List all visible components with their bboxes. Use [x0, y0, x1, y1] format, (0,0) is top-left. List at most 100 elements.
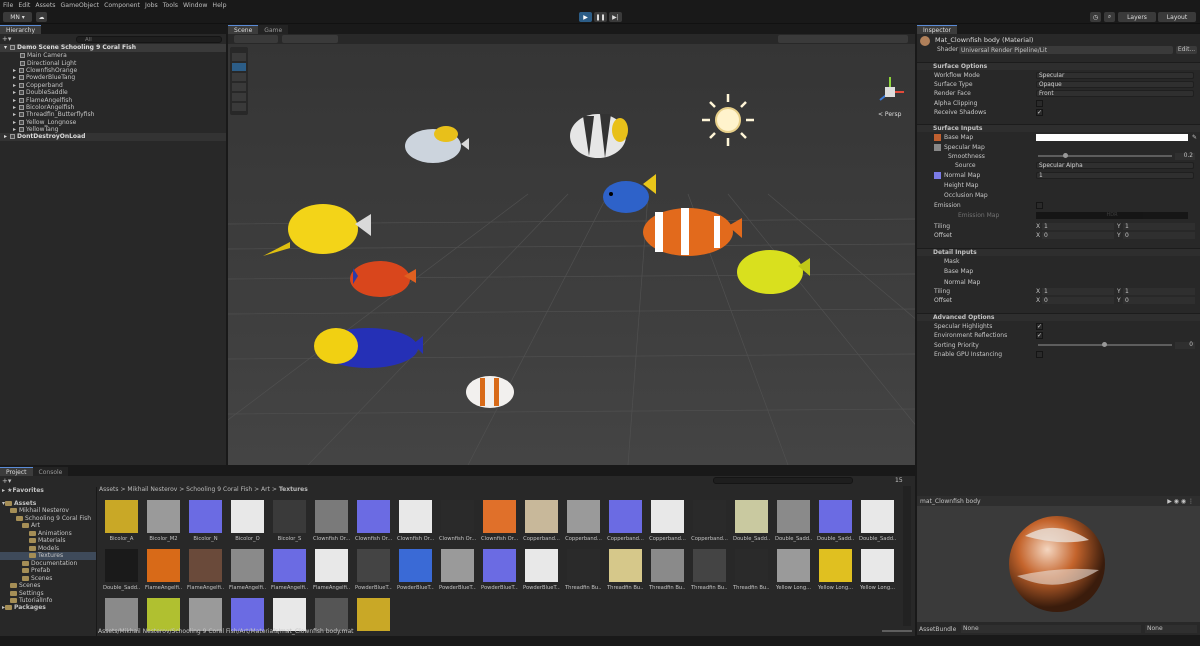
emission-checkbox[interactable]: [1036, 202, 1043, 209]
tab-scene[interactable]: Scene: [228, 25, 259, 34]
tree-folder[interactable]: Art: [0, 522, 96, 530]
menu-component[interactable]: Component: [104, 2, 140, 9]
sorting-priority-value[interactable]: 0: [1175, 342, 1195, 349]
section-surface-inputs[interactable]: Surface Inputs: [917, 124, 1200, 132]
tab-game[interactable]: Game: [258, 25, 289, 34]
texture-thumbnail[interactable]: Bicolor_O: [229, 500, 266, 542]
hierarchy-item[interactable]: ▸ ClownfishOrange: [0, 67, 226, 75]
project-search-input[interactable]: [713, 477, 853, 484]
texture-thumbnail[interactable]: Double_Sadd...: [103, 549, 140, 591]
offset-x-field[interactable]: 0: [1042, 232, 1114, 239]
alpha-clipping-checkbox[interactable]: [1036, 100, 1043, 107]
texture-thumbnail[interactable]: FlameAngelfi...: [145, 549, 182, 591]
breadcrumb-item[interactable]: Assets: [99, 486, 119, 493]
tree-folder[interactable]: Animations: [0, 530, 96, 538]
texture-thumbnail[interactable]: Clownfish Or...: [439, 500, 476, 542]
texture-thumbnail[interactable]: Clownfish Or...: [397, 500, 434, 542]
menu-file[interactable]: File: [3, 2, 13, 9]
tree-folder[interactable]: Prefab: [0, 567, 96, 575]
eyedropper-icon[interactable]: ✎: [1192, 134, 1197, 141]
breadcrumb-item[interactable]: Art: [261, 486, 270, 493]
tab-console[interactable]: Console: [32, 467, 69, 476]
receive-shadows-checkbox[interactable]: ✓: [1036, 109, 1043, 116]
menu-window[interactable]: Window: [183, 2, 207, 9]
env-reflections-checkbox[interactable]: ✓: [1036, 332, 1043, 339]
texture-thumbnail[interactable]: Yellow Long...: [775, 549, 812, 591]
detail-tiling-y-field[interactable]: 1: [1123, 288, 1195, 295]
texture-thumbnail[interactable]: Bicolor_S: [271, 500, 308, 542]
hierarchy-search-input[interactable]: All: [76, 36, 222, 43]
emission-color-swatch[interactable]: HDR: [1036, 212, 1188, 219]
play-button[interactable]: ▶: [579, 12, 592, 22]
gpu-instancing-checkbox[interactable]: [1036, 351, 1043, 358]
smoothness-knob[interactable]: [1062, 153, 1068, 158]
surface-type-dropdown[interactable]: Opaque: [1036, 81, 1194, 88]
layers-dropdown[interactable]: Layers: [1118, 12, 1156, 22]
assetbundle-variant-dropdown[interactable]: None: [1145, 625, 1197, 633]
texture-thumbnail[interactable]: FlameAngelfi...: [313, 549, 350, 591]
tree-folder[interactable]: Scenes: [0, 582, 96, 590]
sorting-priority-slider[interactable]: [1038, 342, 1172, 347]
tree-folder[interactable]: Models: [0, 545, 96, 553]
texture-thumbnail[interactable]: Copperband...: [565, 500, 602, 542]
texture-thumbnail[interactable]: Bicolor_N: [187, 500, 224, 542]
texture-thumbnail[interactable]: PowderBlueT...: [523, 549, 560, 591]
breadcrumb-item[interactable]: Mikhail Nesterov: [127, 486, 177, 493]
menu-gameobject[interactable]: GameObject: [60, 2, 99, 9]
texture-thumbnail[interactable]: Threadfin Bu...: [733, 549, 770, 591]
texture-thumbnail[interactable]: Double_Sadd...: [817, 500, 854, 542]
render-face-dropdown[interactable]: Front: [1036, 90, 1194, 97]
texture-thumbnail[interactable]: PowderBlueT...: [397, 549, 434, 591]
preview-play-icon[interactable]: ▶ ◉ ◉ ⋮: [1167, 498, 1194, 505]
breadcrumb-item[interactable]: Schooling 9 Coral Fish: [186, 486, 252, 493]
tab-inspector[interactable]: Inspector: [917, 25, 957, 34]
search-icon[interactable]: ⌕: [1104, 12, 1115, 22]
hand-tool-icon[interactable]: [232, 53, 246, 61]
move-tool-icon[interactable]: [232, 63, 246, 71]
tree-folder[interactable]: Documentation: [0, 560, 96, 568]
menu-jobs[interactable]: Jobs: [145, 2, 158, 9]
texture-thumbnail[interactable]: Copperband...: [691, 500, 728, 542]
persp-label[interactable]: < Persp: [878, 111, 902, 118]
shader-dropdown[interactable]: Universal Render Pipeline/Lit: [959, 46, 1173, 54]
texture-thumbnail[interactable]: PowderBlueT...: [439, 549, 476, 591]
rotate-tool-icon[interactable]: [232, 73, 246, 81]
grid-scrollbar[interactable]: [903, 486, 911, 626]
texture-thumbnail[interactable]: Bicolor_A: [103, 500, 140, 542]
draw-mode-dropdown[interactable]: [234, 35, 278, 43]
pause-button[interactable]: ❚❚: [594, 12, 607, 22]
tree-folder[interactable]: Materials: [0, 537, 96, 545]
material-preview[interactable]: [917, 506, 1200, 622]
hierarchy-item[interactable]: ▸ Copperband: [0, 82, 226, 90]
texture-thumbnail[interactable]: Threadfin Bu...: [649, 549, 686, 591]
hierarchy-item[interactable]: ▸ Yellow_Longnose: [0, 119, 226, 127]
base-map-thumb[interactable]: [934, 134, 941, 141]
detail-offset-y-field[interactable]: 0: [1123, 297, 1195, 304]
scene-header[interactable]: ▾ Demo Scene Schooling 9 Coral Fish: [0, 44, 226, 52]
smoothness-value[interactable]: 0.2: [1175, 153, 1195, 160]
texture-thumbnail[interactable]: Clownfish Or...: [313, 500, 350, 542]
tree-folder[interactable]: Settings: [0, 590, 96, 598]
texture-thumbnail[interactable]: Yellow Long...: [859, 549, 896, 591]
create-icon[interactable]: +▾: [2, 477, 11, 485]
hierarchy-item[interactable]: ▸ PowderBlueTang: [0, 74, 226, 82]
texture-thumbnail[interactable]: Copperband...: [607, 500, 644, 542]
tree-folder[interactable]: Textures: [0, 552, 96, 560]
scene-view[interactable]: Scene Game < Persp: [228, 24, 915, 465]
hierarchy-item[interactable]: Directional Light: [0, 59, 226, 67]
texture-thumbnail[interactable]: Copperband...: [649, 500, 686, 542]
detail-offset-x-field[interactable]: 0: [1042, 297, 1114, 304]
texture-thumbnail[interactable]: Threadfin Bu...: [607, 549, 644, 591]
source-dropdown[interactable]: Specular Alpha: [1036, 162, 1194, 169]
texture-thumbnail[interactable]: Clownfish Or...: [481, 500, 518, 542]
thumb-size-slider[interactable]: [882, 630, 912, 632]
sorting-priority-knob[interactable]: [1102, 342, 1107, 347]
tree-folder[interactable]: Schooling 9 Coral Fish: [0, 515, 96, 523]
favorites-node[interactable]: ▸ ★ Favorites: [0, 487, 96, 495]
smoothness-slider[interactable]: [1038, 153, 1172, 158]
account-dropdown[interactable]: MN ▾: [3, 12, 32, 22]
normal-scale-field[interactable]: 1: [1036, 172, 1194, 179]
texture-thumbnail[interactable]: Double_Sadd...: [775, 500, 812, 542]
scale-tool-icon[interactable]: [232, 83, 246, 91]
tab-hierarchy[interactable]: Hierarchy: [0, 25, 42, 34]
